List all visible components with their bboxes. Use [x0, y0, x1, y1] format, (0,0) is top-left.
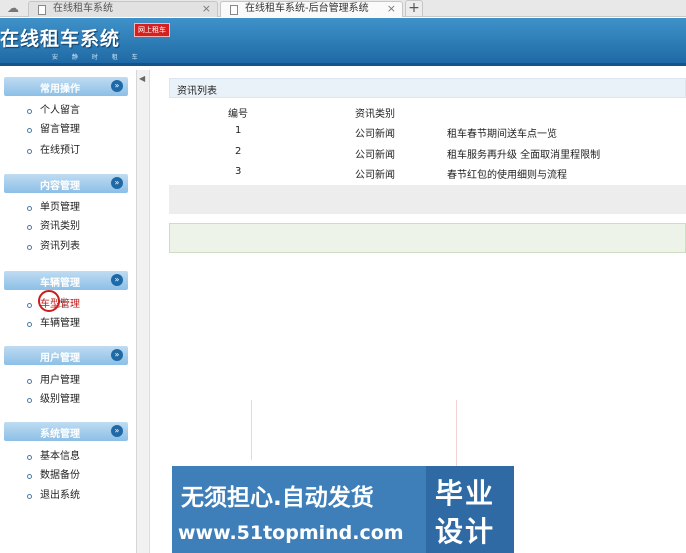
sidebar-splitter[interactable]: ◀	[137, 70, 150, 553]
watermark-url: www.51topmind.com	[178, 522, 404, 544]
group-title: 用户管理	[40, 353, 80, 364]
group-title: 车辆管理	[40, 278, 80, 289]
watermark-line1: 无须担心.自动发货	[181, 485, 374, 511]
watermark-box: 毕业 设计	[426, 466, 514, 553]
sidebar-group-vehicles[interactable]: 车辆管理 »	[4, 271, 128, 290]
sidebar: 常用操作 » 个人留言 留言管理 在线预订 内容管理 » 单页管理 资讯类别 资…	[0, 70, 137, 553]
column-header-category: 资讯类别	[355, 109, 395, 120]
cell-id: 1	[235, 125, 242, 136]
bullet-icon	[27, 379, 32, 384]
cell-title-link[interactable]: 租车服务再升级 全面取消里程限制	[447, 146, 600, 161]
app-header: 在线租车系统 安 静 时 租 车 网上租车	[0, 18, 686, 66]
sidebar-item-label: 留言管理	[40, 124, 80, 135]
cloud-icon[interactable]: ☁	[7, 1, 19, 15]
bullet-icon	[27, 245, 32, 250]
close-icon[interactable]: ×	[202, 2, 211, 16]
bullet-icon	[27, 128, 32, 133]
ghost-line	[251, 400, 252, 460]
sidebar-item-label: 退出系统	[40, 490, 80, 501]
watermark-box-line2: 设计	[435, 515, 496, 548]
sidebar-group-system[interactable]: 系统管理 »	[4, 422, 128, 441]
sidebar-item-label: 个人留言	[40, 105, 80, 116]
tab-title: 在线租车系统	[53, 3, 113, 14]
logo-badge: 网上租车	[134, 23, 170, 37]
cell-category: 公司新闻	[355, 170, 395, 181]
cell-category: 公司新闻	[355, 129, 395, 140]
cell-category: 公司新闻	[355, 150, 395, 161]
cell-title-link[interactable]: 租车春节期间送车点一览	[447, 125, 557, 140]
bullet-icon	[27, 109, 32, 114]
click-indicator-icon	[38, 290, 60, 312]
document-icon	[230, 5, 238, 15]
cell-id: 3	[235, 166, 242, 177]
app-logo-subtitle: 安 静 时 租 车	[52, 54, 144, 61]
bullet-icon	[27, 474, 32, 479]
group-title: 系统管理	[40, 429, 80, 440]
bullet-icon	[27, 455, 32, 460]
sidebar-group-content[interactable]: 内容管理 »	[4, 174, 128, 193]
panel-title-bar: 资讯列表	[169, 78, 686, 98]
collapse-icon[interactable]: »	[111, 177, 123, 189]
table-row[interactable]: 1 公司新闻 租车春节期间送车点一览	[169, 122, 686, 142]
sidebar-item-label: 资讯类别	[40, 221, 80, 232]
sidebar-item-label: 车辆管理	[40, 318, 80, 329]
close-icon[interactable]: ×	[387, 2, 396, 16]
sidebar-item-label: 用户管理	[40, 375, 80, 386]
bullet-icon	[27, 322, 32, 327]
group-title: 内容管理	[40, 181, 80, 192]
document-icon	[38, 5, 46, 15]
browser-tab-bar: ☁ 在线租车系统 × 在线租车系统-后台管理系统 × +	[0, 0, 686, 17]
group-title: 常用操作	[40, 84, 80, 95]
collapse-icon[interactable]: »	[111, 425, 123, 437]
ghost-line	[456, 400, 457, 470]
page-title: 资讯列表	[177, 86, 217, 97]
sidebar-group-users[interactable]: 用户管理 »	[4, 346, 128, 365]
tab-1[interactable]: 在线租车系统-后台管理系统 ×	[220, 1, 403, 17]
sidebar-item-label: 级别管理	[40, 394, 80, 405]
table-row[interactable]: 2 公司新闻 租车服务再升级 全面取消里程限制	[169, 143, 686, 163]
collapse-arrow-icon[interactable]: ◀	[139, 74, 145, 83]
info-bar	[169, 223, 686, 253]
tab-0[interactable]: 在线租车系统 ×	[28, 1, 218, 17]
sidebar-group-common[interactable]: 常用操作 »	[4, 77, 128, 96]
cell-title-link[interactable]: 春节红包的使用细则与流程	[447, 166, 567, 181]
table-header-row: 编号 资讯类别	[169, 102, 686, 122]
app-logo: 在线租车系统	[0, 28, 121, 50]
column-header-id: 编号	[228, 109, 248, 120]
bullet-icon	[27, 494, 32, 499]
sidebar-item-label: 在线预订	[40, 145, 80, 156]
collapse-icon[interactable]: »	[111, 274, 123, 286]
bullet-icon	[27, 149, 32, 154]
watermark-banner: 无须担心.自动发货 www.51topmind.com 毕业 设计	[172, 466, 514, 553]
bullet-icon	[27, 303, 32, 308]
watermark-box-line1: 毕业	[435, 477, 496, 510]
tab-title: 在线租车系统-后台管理系统	[245, 3, 369, 14]
table-row[interactable]: 3 公司新闻 春节红包的使用细则与流程	[169, 163, 686, 183]
new-tab-button[interactable]: +	[405, 0, 423, 16]
cell-id: 2	[235, 146, 242, 157]
sidebar-item-label: 资讯列表	[40, 241, 80, 252]
sidebar-item-label: 基本信息	[40, 451, 80, 462]
collapse-icon[interactable]: »	[111, 80, 123, 92]
sidebar-item-label: 单页管理	[40, 202, 80, 213]
bullet-icon	[27, 398, 32, 403]
hand-cursor-icon: ☝	[58, 296, 66, 311]
bullet-icon	[27, 225, 32, 230]
sidebar-item-label: 数据备份	[40, 470, 80, 481]
pagination-bar	[169, 185, 686, 214]
collapse-icon[interactable]: »	[111, 349, 123, 361]
bullet-icon	[27, 206, 32, 211]
